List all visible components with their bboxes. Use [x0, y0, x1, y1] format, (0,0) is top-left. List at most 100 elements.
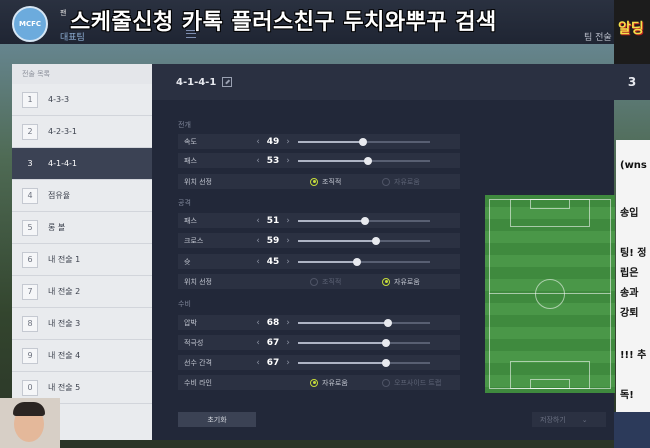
tactic-label: 롱 볼 [48, 223, 66, 232]
slider-track[interactable] [298, 338, 430, 347]
chat-line: (wns [620, 160, 647, 171]
chevron-right-icon[interactable]: › [284, 257, 292, 267]
chevron-right-icon[interactable]: › [284, 338, 292, 348]
slider-track[interactable] [298, 137, 430, 146]
radio-offside-trap[interactable]: 오프사이드 트랩 [382, 378, 441, 388]
radio-free[interactable]: 자유로움 [310, 378, 382, 388]
tactic-item-9[interactable]: 9 내 전술 4 [12, 340, 152, 372]
tactic-number: 3 [27, 159, 33, 168]
radio-organized[interactable]: 조직적 [310, 277, 382, 287]
radio-row-defence-line: 수비 라인 자유로움 오프사이드 트랩 [178, 375, 460, 390]
slider-knob[interactable] [382, 338, 391, 347]
chevron-left-icon[interactable]: ‹ [254, 338, 262, 348]
slider-knob[interactable] [361, 216, 370, 225]
slider-value: 59 [266, 235, 280, 246]
slider-track[interactable] [298, 358, 430, 367]
slider-value: 45 [266, 256, 280, 267]
chevron-right-icon[interactable]: › [284, 358, 292, 368]
slider-label: 압박 [184, 318, 197, 327]
radio-organized[interactable]: 조직적 [310, 177, 382, 187]
tactic-item-1[interactable]: 1 4-3-3 [12, 84, 152, 116]
slider-row-chance-shoot: 슛 ‹ 45 › [178, 254, 460, 269]
slider-fill [298, 140, 363, 143]
slider-knob[interactable] [383, 318, 392, 327]
slider-fill [298, 260, 358, 263]
formation-name: 4-1-4-1 [176, 76, 217, 88]
slider-value: 67 [266, 337, 280, 348]
section-chance-title: 공격 [178, 199, 191, 207]
slider-knob[interactable] [353, 257, 362, 266]
chevron-left-icon[interactable]: ‹ [254, 137, 262, 147]
chevron-left-icon[interactable]: ‹ [254, 358, 262, 368]
tactic-number: 8 [22, 315, 38, 332]
slider-label: 선수 간격 [184, 358, 212, 367]
radio-dot-icon [310, 177, 318, 186]
stream-overlay-title: 스케줄신청 카톡 플러스친구 두치와뿌꾸 검색 [70, 10, 497, 35]
tactic-number: 4 [22, 187, 38, 204]
slider-label: 패스 [184, 216, 197, 225]
tactic-item-4[interactable]: 4 점유율 [12, 180, 152, 212]
tactic-item-5[interactable]: 5 롱 볼 [12, 212, 152, 244]
slider-track[interactable] [298, 236, 430, 245]
chevron-right-icon[interactable]: › [284, 137, 292, 147]
radio-dot-icon [310, 378, 318, 387]
slider-row-defence-aggression: 적극성 ‹ 67 › [178, 335, 460, 350]
edit-icon[interactable] [222, 77, 233, 87]
tactic-item-3[interactable]: 3 4-1-4-1 [12, 148, 152, 180]
slider-label: 패스 [184, 156, 197, 165]
chevron-left-icon[interactable]: ‹ [254, 156, 262, 166]
slider-knob[interactable] [363, 156, 372, 165]
slider-row-buildup-speed: 속도 ‹ 49 › [178, 134, 460, 149]
radio-dot-icon [310, 277, 318, 286]
tactic-slot-number: 3 [614, 64, 650, 100]
chevron-down-icon: ⌄ [581, 415, 588, 424]
pitch-goal-box-top [530, 199, 570, 209]
slider-fill [298, 159, 368, 162]
save-button[interactable]: 저장하기 ⌄ [532, 412, 606, 427]
slider-knob[interactable] [382, 358, 391, 367]
tactic-label: 내 전술 3 [48, 319, 81, 328]
slider-fill [298, 361, 387, 364]
chevron-right-icon[interactable]: › [284, 216, 292, 226]
tactics-list: 전술 목록 1 4-3-3 2 4-2-3-1 3 4-1-4-1 4 점유율 5 롱 볼… [12, 64, 152, 440]
radio-row-label: 위치 선정 [184, 277, 212, 286]
chevron-left-icon[interactable]: ‹ [254, 236, 262, 246]
tactic-number: 7 [22, 283, 38, 300]
slider-track[interactable] [298, 257, 430, 266]
chevron-left-icon[interactable]: ‹ [254, 216, 262, 226]
section-defence-title: 수비 [178, 300, 191, 308]
club-crest: MCFC [12, 6, 48, 42]
slider-track[interactable] [298, 216, 430, 225]
tactic-number: 2 [22, 123, 38, 140]
chat-line: 강퇴 [620, 308, 639, 319]
radio-row-buildup-position: 위치 선정 조직적 자유로움 [178, 174, 460, 189]
chevron-right-icon[interactable]: › [284, 236, 292, 246]
chevron-left-icon[interactable]: ‹ [254, 318, 262, 328]
radio-free[interactable]: 자유로움 [382, 277, 420, 287]
pitch-diagram [485, 195, 615, 393]
slider-knob[interactable] [371, 236, 380, 245]
slider-row-buildup-pass: 패스 ‹ 53 › [178, 153, 460, 168]
radio-dot-icon [382, 177, 390, 186]
team-tactics-tab[interactable]: 팀 전술 [584, 30, 612, 43]
radio-free[interactable]: 자유로움 [382, 177, 420, 187]
chevron-left-icon[interactable]: ‹ [254, 257, 262, 267]
tactic-number: 9 [22, 347, 38, 364]
slider-label: 적극성 [184, 338, 204, 347]
slider-row-defence-width: 선수 간격 ‹ 67 › [178, 355, 460, 370]
chevron-right-icon[interactable]: › [284, 318, 292, 328]
tactic-item-2[interactable]: 2 4-2-3-1 [12, 116, 152, 148]
reset-button[interactable]: 초기화 [178, 412, 256, 427]
slider-knob[interactable] [358, 137, 367, 146]
tactic-header: 4-1-4-1 [152, 64, 614, 100]
radio-dot-icon [382, 378, 390, 387]
radio-dot-icon [382, 277, 390, 286]
chevron-right-icon[interactable]: › [284, 156, 292, 166]
tactic-item-8[interactable]: 8 내 전술 3 [12, 308, 152, 340]
slider-track[interactable] [298, 318, 430, 327]
slider-track[interactable] [298, 156, 430, 165]
chat-line: 송입 [620, 208, 639, 219]
chat-line: 독! [620, 390, 634, 401]
tactic-item-6[interactable]: 6 내 전술 1 [12, 244, 152, 276]
tactic-item-7[interactable]: 7 내 전술 2 [12, 276, 152, 308]
